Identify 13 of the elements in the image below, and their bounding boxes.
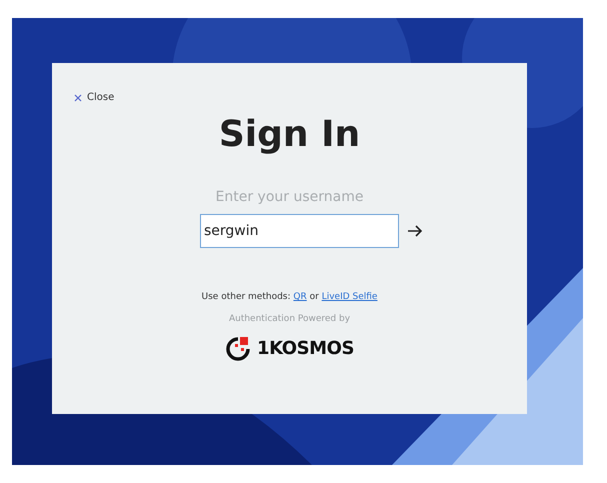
username-field[interactable]: sergwin — [200, 214, 399, 248]
close-icon — [74, 94, 82, 102]
arrow-right-icon[interactable] — [407, 225, 423, 237]
dialog-title: Sign In — [218, 117, 360, 153]
method-link[interactable]: LiveID Selfie — [322, 292, 378, 302]
joiner-text: or — [308, 292, 320, 302]
other-methods-text: Use other methods: QR or LiveID Selfie — [202, 291, 378, 304]
powered-by-text: Authentication Powered by — [228, 312, 350, 326]
username-label: Enter your username — [216, 188, 364, 207]
method-link[interactable]: QR — [293, 292, 307, 302]
logo-icon — [225, 336, 252, 362]
close-button[interactable]: Close — [74, 90, 114, 105]
logo-text: 1KOSMOS — [257, 337, 354, 361]
